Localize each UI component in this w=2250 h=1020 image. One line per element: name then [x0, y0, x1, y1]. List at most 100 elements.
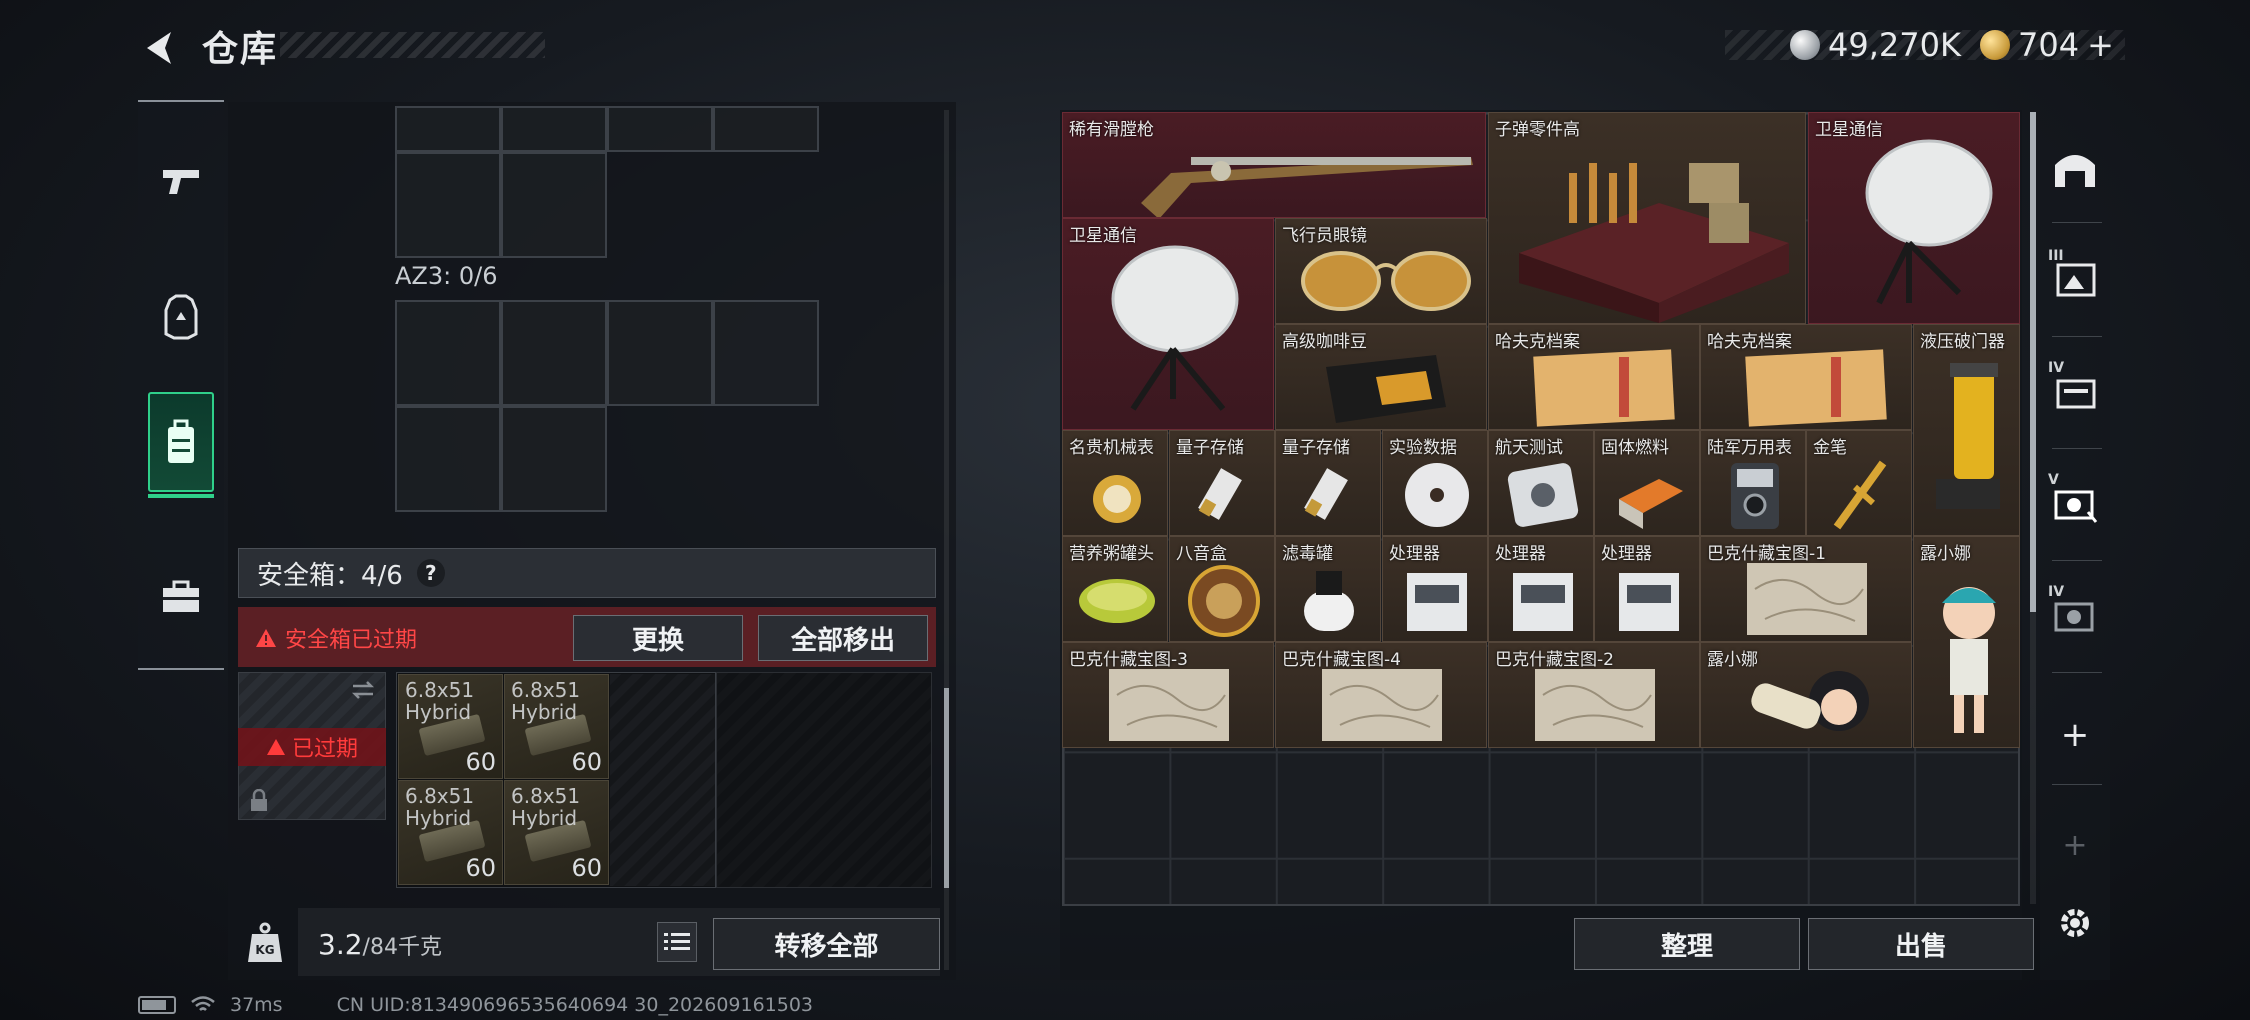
item-porridge-can[interactable]: 营养粥罐头: [1062, 536, 1168, 642]
item-label: 实验数据: [1389, 438, 1457, 458]
organize-button[interactable]: 整理: [1574, 918, 1800, 970]
briefcase-icon: [163, 580, 199, 612]
item-experiment-data[interactable]: 实验数据: [1382, 430, 1488, 536]
item-lu-xiaona-doll[interactable]: 露小娜: [1700, 642, 1912, 748]
item-music-box[interactable]: 八音盒: [1169, 536, 1275, 642]
can-icon: [1079, 579, 1155, 623]
container-slot[interactable]: [713, 106, 819, 152]
file-folder-icon: [1533, 349, 1675, 427]
warehouse-page-4[interactable]: IV: [2040, 346, 2110, 436]
ammo-name: 6.8x51 Hybrid: [511, 784, 581, 830]
container-slot[interactable]: [395, 106, 501, 152]
item-gold-pen[interactable]: 金笔: [1806, 430, 1912, 536]
gold-coin-icon: [1980, 30, 2010, 60]
music-box-icon: [1188, 565, 1260, 637]
battery-icon: [138, 996, 176, 1014]
warehouse-page-3[interactable]: III: [2040, 234, 2110, 324]
inventory-scrollbar[interactable]: [944, 688, 949, 888]
item-processor[interactable]: 处理器: [1488, 536, 1594, 642]
item-army-multimeter[interactable]: 陆军万用表: [1700, 430, 1806, 536]
item-label: 量子存储: [1176, 438, 1244, 458]
item-ammo-parts[interactable]: 子弹零件高: [1488, 112, 1806, 324]
item-label: 巴克什藏宝图-2: [1495, 650, 1614, 670]
item-treasure-map[interactable]: 巴克什藏宝图-4: [1275, 642, 1487, 748]
container-slot[interactable]: [395, 152, 501, 258]
item-treasure-map[interactable]: 巴克什藏宝图-2: [1488, 642, 1700, 748]
item-treasure-map[interactable]: 巴克什藏宝图-1: [1700, 536, 1912, 642]
item-quantum-storage[interactable]: 量子存储: [1275, 430, 1381, 536]
az3-slot[interactable]: [607, 300, 713, 406]
warehouse-scrollbar[interactable]: [2030, 112, 2036, 612]
warehouse-icon: [2055, 155, 2095, 187]
ammo-item[interactable]: 6.8x51 Hybrid 60: [504, 780, 609, 885]
item-solid-fuel[interactable]: 固体燃料: [1594, 430, 1700, 536]
help-button[interactable]: ?: [416, 559, 445, 587]
map-icon: [1109, 669, 1229, 741]
list-view-button[interactable]: [657, 922, 697, 962]
ammo-qty: 60: [465, 854, 496, 882]
az3-slot[interactable]: [395, 300, 501, 406]
ammo-item[interactable]: 6.8x51 Hybrid 60: [398, 674, 503, 779]
lock-icon: [251, 789, 267, 811]
ammo-qty: 60: [571, 748, 602, 776]
divider: [2052, 448, 2102, 449]
item-label: 卫星通信: [1069, 226, 1137, 246]
settings-button[interactable]: [2040, 878, 2110, 968]
item-processor[interactable]: 处理器: [1594, 536, 1700, 642]
warehouse-page-all[interactable]: [2040, 124, 2110, 214]
safe-box-grid: 6.8x51 Hybrid 60 6.8x51 Hybrid 60 6.8x51…: [396, 672, 716, 888]
file-folder-icon: [1745, 349, 1887, 427]
safe-box-header: 安全箱：4/6 ?: [238, 548, 936, 598]
sell-button[interactable]: 出售: [1808, 918, 2034, 970]
remove-all-button[interactable]: 全部移出: [758, 615, 928, 661]
nav-backpack[interactable]: [148, 392, 214, 498]
nav-armor[interactable]: [138, 267, 224, 367]
item-rare-musket[interactable]: 稀有滑膛枪: [1062, 112, 1486, 218]
locked-slots: [716, 672, 932, 888]
satellite-dish-icon: [1111, 245, 1239, 411]
az3-slot[interactable]: [395, 406, 501, 512]
warehouse-page-6[interactable]: IV: [2040, 570, 2110, 660]
item-quantum-storage[interactable]: 量子存储: [1169, 430, 1275, 536]
item-haavk-file[interactable]: 哈夫克档案: [1488, 324, 1700, 430]
item-aerospace-test[interactable]: 航天测试: [1488, 430, 1594, 536]
item-hydraulic-breacher[interactable]: 液压破门器: [1913, 324, 2020, 536]
nav-weapons[interactable]: [138, 132, 224, 232]
item-satellite-comm[interactable]: 卫星通信: [1062, 218, 1274, 430]
item-label: 名贵机械表: [1069, 438, 1154, 458]
page-frame-icon: [2056, 263, 2096, 297]
item-premium-coffee[interactable]: 高级咖啡豆: [1275, 324, 1487, 430]
expired-tag: 已过期: [238, 728, 386, 766]
nav-case[interactable]: [138, 547, 224, 647]
az3-slot[interactable]: [501, 406, 607, 512]
fuel-block-icon: [1619, 479, 1683, 529]
item-aviator-glasses[interactable]: 飞行员眼镜: [1275, 218, 1487, 324]
divider: [2052, 222, 2102, 223]
az3-slot[interactable]: [713, 300, 819, 406]
az3-slot[interactable]: [501, 300, 607, 406]
back-button[interactable]: [135, 22, 187, 74]
item-lu-xiaona-figure[interactable]: 露小娜: [1913, 536, 2020, 748]
item-treasure-map[interactable]: 巴克什藏宝图-3: [1062, 642, 1274, 748]
satellite-dish-icon: [1865, 139, 1993, 305]
item-luxury-watch[interactable]: 名贵机械表: [1062, 430, 1168, 536]
item-haavk-file[interactable]: 哈夫克档案: [1700, 324, 1912, 430]
warehouse-page-5[interactable]: V: [2040, 458, 2110, 548]
armor-vest-icon: [164, 294, 198, 340]
weight-max: /84千克: [362, 935, 442, 960]
add-gold-button[interactable]: +: [2087, 26, 2114, 64]
transfer-all-button[interactable]: 转移全部: [713, 918, 940, 970]
ammo-item[interactable]: 6.8x51 Hybrid 60: [398, 780, 503, 885]
replace-button[interactable]: 更换: [573, 615, 743, 661]
backpack-icon: [168, 419, 194, 463]
gold-currency[interactable]: 704 +: [1980, 26, 2114, 64]
item-satellite-comm[interactable]: 卫星通信: [1808, 112, 2020, 324]
container-slot[interactable]: [607, 106, 713, 152]
ammo-item[interactable]: 6.8x51 Hybrid 60: [504, 674, 609, 779]
container-slot[interactable]: [501, 152, 607, 258]
add-page-button[interactable]: +: [2040, 690, 2110, 780]
item-filter-canister[interactable]: 滤毒罐: [1275, 536, 1381, 642]
container-slot[interactable]: [501, 106, 607, 152]
item-processor[interactable]: 处理器: [1382, 536, 1488, 642]
item-label: 哈夫克档案: [1495, 332, 1580, 352]
